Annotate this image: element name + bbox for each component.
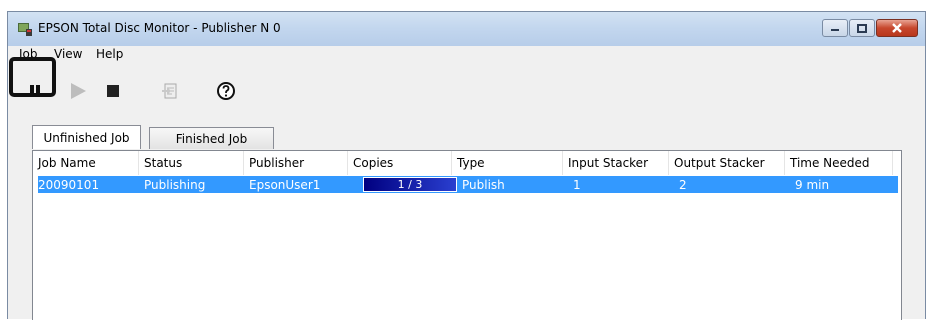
cell-copies: 1 / 3 [397,178,423,191]
col-type[interactable]: Type [452,151,563,175]
col-time-needed[interactable]: Time Needed [785,151,893,175]
list-header: Job Name Status Publisher Copies Type In… [33,151,901,175]
tab-unfinished-job[interactable]: Unfinished Job [32,125,141,149]
stop-icon [107,85,119,97]
help-icon [217,82,235,100]
menu-bar: Job View Help [8,46,925,64]
col-output-stacker[interactable]: Output Stacker [669,151,785,175]
title-bar[interactable]: EPSON Total Disc Monitor - Publisher N 0 [8,12,925,46]
window-title: EPSON Total Disc Monitor - Publisher N 0 [38,21,281,35]
tab-finished-job[interactable]: Finished Job [149,127,274,149]
cell-input-stacker: 1 [573,178,581,192]
play-icon [71,83,86,99]
table-row[interactable]: 20090101 Publishing EpsonUser1 1 / 3 Pub… [38,176,898,193]
col-job-name[interactable]: Job Name [33,151,139,175]
app-icon [18,23,32,36]
pause-highlight-frame [9,57,56,97]
job-list: Job Name Status Publisher Copies Type In… [32,150,902,320]
col-copies[interactable]: Copies [348,151,452,175]
menu-view[interactable]: View [54,47,82,61]
maximize-button[interactable] [849,19,875,37]
stop-button[interactable] [101,79,125,103]
document-icon [162,83,177,99]
cell-status: Publishing [144,178,206,192]
copies-progress-bar: 1 / 3 [363,177,457,192]
col-publisher[interactable]: Publisher [244,151,348,175]
minimize-icon [831,29,839,31]
app-window: EPSON Total Disc Monitor - Publisher N 0… [7,11,926,320]
cell-job-name: 20090101 [38,178,100,192]
minimize-button[interactable] [822,19,848,37]
toolbar [8,67,925,107]
cell-output-stacker: 2 [679,178,687,192]
cell-time-needed: 9 min [795,178,830,192]
close-icon [892,23,902,33]
close-button[interactable] [876,19,918,37]
menu-help[interactable]: Help [96,47,123,61]
play-button[interactable] [66,79,90,103]
help-button[interactable] [214,79,238,103]
col-status[interactable]: Status [139,151,244,175]
cell-type: Publish [462,178,505,192]
document-button[interactable] [158,79,182,103]
maximize-icon [857,23,867,33]
col-input-stacker[interactable]: Input Stacker [563,151,669,175]
cell-publisher: EpsonUser1 [249,178,321,192]
